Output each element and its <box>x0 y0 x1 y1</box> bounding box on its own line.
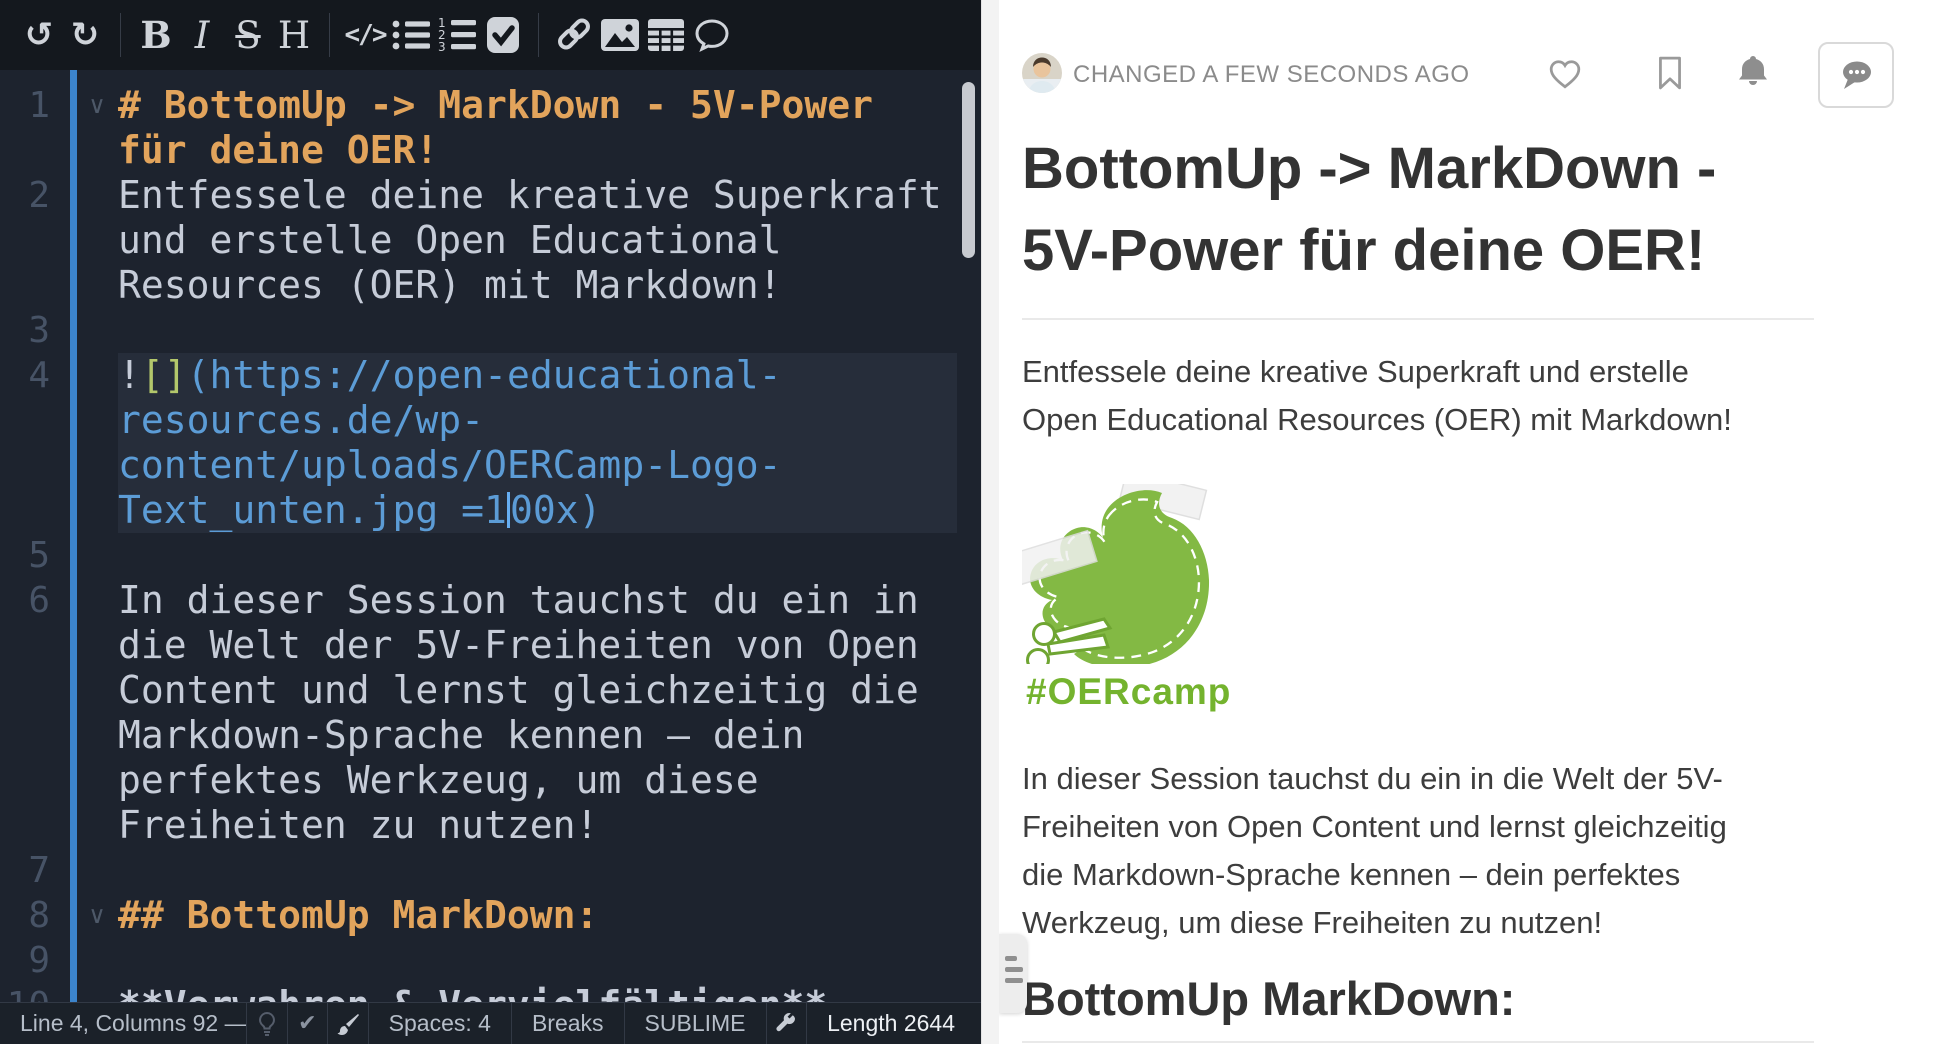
editor-line: 9 <box>0 938 981 983</box>
text-row: Freiheiten von Open Content und lernst g… <box>1022 803 1814 851</box>
line-number: 6 <box>0 578 50 623</box>
link-icon[interactable] <box>551 9 597 61</box>
section-heading: BottomUp MarkDown: <box>1022 973 1814 1025</box>
editor-line: 6 In dieser Session tauchst du ein indie … <box>0 578 981 848</box>
toolbar-divider <box>538 13 539 57</box>
length-indicator: Length 2644 <box>807 1003 981 1044</box>
line-text[interactable]: Entfessele deine kreative Superkraftund … <box>118 173 957 308</box>
toolbar-divider <box>120 13 121 57</box>
line-text[interactable]: ## BottomUp MarkDown: <box>118 893 957 938</box>
editor-pane: ↺ ↻ B I S H </> 1 2 3 <box>0 0 981 1044</box>
lightbulb-icon[interactable] <box>247 1003 288 1044</box>
spaces-setting[interactable]: Spaces: 4 <box>369 1003 512 1044</box>
like-heart-icon[interactable] <box>1548 58 1582 95</box>
fold-chevron-icon[interactable]: ∨ <box>76 83 118 128</box>
code-editor[interactable]: 1∨# BottomUp -> MarkDown - 5V-Powerfür d… <box>0 70 981 1002</box>
heading-rule <box>1022 1041 1814 1043</box>
editor-line: 5 <box>0 533 981 578</box>
fold-chevron-icon[interactable]: ∨ <box>76 893 118 938</box>
editor-line: 4 ![](https://open-educational-resources.… <box>0 353 981 533</box>
table-icon[interactable] <box>643 9 689 61</box>
editor-line: 3 <box>0 308 981 353</box>
comment-icon[interactable] <box>689 9 735 61</box>
editor-line: 8 ∨## BottomUp MarkDown: <box>0 893 981 938</box>
wrench-icon[interactable] <box>767 1003 808 1044</box>
editor-line: 1 ∨# BottomUp -> MarkDown - 5V-Powerfür d… <box>0 83 981 173</box>
code-icon[interactable]: </> <box>342 9 388 61</box>
note-title: BottomUp -> MarkDown -5V-Power für deine… <box>1022 128 1814 292</box>
line-number: 4 <box>0 353 50 398</box>
line-number: 10 <box>0 983 50 1002</box>
line-text[interactable]: ![](https://open-educational-resources.d… <box>118 353 957 533</box>
rendered-markdown: BottomUp -> MarkDown -5V-Power für deine… <box>1022 128 1814 1043</box>
svg-text:3: 3 <box>438 40 446 53</box>
editor-line: 10 **Verwahren & Vervielfältigen** <box>0 983 981 1002</box>
text-row: In dieser Session tauchst du ein in die … <box>1022 755 1814 803</box>
line-text[interactable]: **Verwahren & Vervielfältigen** <box>118 983 957 1002</box>
spellcheck-icon[interactable]: ✔ <box>288 1003 329 1044</box>
hackmd-window: ↺ ↻ B I S H </> 1 2 3 <box>0 0 1938 1044</box>
heading-rule <box>1022 318 1814 320</box>
brush-icon[interactable] <box>328 1003 369 1044</box>
strikethrough-icon[interactable]: S <box>225 9 271 61</box>
comments-button[interactable] <box>1818 42 1894 108</box>
text-row: BottomUp -> MarkDown - <box>1022 128 1814 210</box>
line-number: 7 <box>0 848 50 893</box>
toc-toggle[interactable] <box>999 934 1027 1013</box>
editor-status-bar: Line 4, Columns 92 — 21 ✔ Spaces: 4 Brea… <box>0 1002 981 1044</box>
line-number: 8 <box>0 893 50 938</box>
last-changed-label: CHANGED A FEW SECONDS AGO <box>1073 61 1470 89</box>
text-row: die Markdown-Sprache kennen – dein perfe… <box>1022 851 1814 899</box>
author-avatar[interactable] <box>1022 53 1062 93</box>
editor-toolbar: ↺ ↻ B I S H </> 1 2 3 <box>0 0 981 70</box>
line-text[interactable] <box>118 308 957 353</box>
heading-icon[interactable]: H <box>271 9 317 61</box>
bookmark-icon[interactable] <box>1657 56 1683 95</box>
line-text[interactable] <box>118 848 957 893</box>
italic-icon[interactable]: I <box>179 9 225 61</box>
pane-divider[interactable] <box>981 0 1000 1044</box>
text-row: Werkzeug, um diese Freiheiten zu nutzen! <box>1022 899 1814 947</box>
line-number: 5 <box>0 533 50 578</box>
redo-icon[interactable]: ↻ <box>62 9 108 61</box>
linebreaks-setting[interactable]: Breaks <box>512 1003 625 1044</box>
oercamp-logo: #OERcamp <box>1022 484 1814 713</box>
keymap-setting[interactable]: SUBLIME <box>625 1003 767 1044</box>
hamburger-icon <box>1005 956 1017 961</box>
line-number: 1 <box>0 83 50 128</box>
line-text[interactable] <box>118 938 957 983</box>
gutter-accent-bar <box>70 70 77 1002</box>
undo-icon[interactable]: ↺ <box>16 9 62 61</box>
logo-caption: #OERcamp <box>1026 671 1814 713</box>
preview-pane: CHANGED A FEW SECONDS AGO <box>999 0 1938 1044</box>
text-row: Open Educational Resources (OER) mit Mar… <box>1022 396 1814 444</box>
ordered-list-icon[interactable]: 1 2 3 <box>434 9 480 61</box>
unordered-list-icon[interactable] <box>388 9 434 61</box>
checklist-icon[interactable] <box>480 9 526 61</box>
line-text[interactable]: # BottomUp -> MarkDown - 5V-Powerfür dei… <box>118 83 957 173</box>
image-icon[interactable] <box>597 9 643 61</box>
editor-scrollbar-thumb[interactable] <box>962 82 975 258</box>
toolbar-divider <box>329 13 330 57</box>
line-number: 3 <box>0 308 50 353</box>
intro-paragraph: Entfessele deine kreative Superkraft und… <box>1022 348 1814 444</box>
editor-line: 7 <box>0 848 981 893</box>
line-text[interactable]: In dieser Session tauchst du ein indie W… <box>118 578 957 848</box>
line-text[interactable] <box>118 533 957 578</box>
bell-icon[interactable] <box>1737 54 1769 95</box>
cursor-position-status: Line 4, Columns 92 — 21 <box>0 1003 247 1044</box>
line-number: 9 <box>0 938 50 983</box>
note-header: CHANGED A FEW SECONDS AGO <box>999 0 1938 112</box>
session-paragraph: In dieser Session tauchst du ein in die … <box>1022 755 1814 947</box>
line-number: 2 <box>0 173 50 218</box>
editor-line: 2 Entfessele deine kreative Superkraftund… <box>0 173 981 308</box>
text-row: 5V-Power für deine OER! <box>1022 210 1814 292</box>
text-row: Entfessele deine kreative Superkraft und… <box>1022 348 1814 396</box>
editor-lines: 1∨# BottomUp -> MarkDown - 5V-Powerfür d… <box>0 70 981 1002</box>
bold-icon[interactable]: B <box>133 9 179 61</box>
